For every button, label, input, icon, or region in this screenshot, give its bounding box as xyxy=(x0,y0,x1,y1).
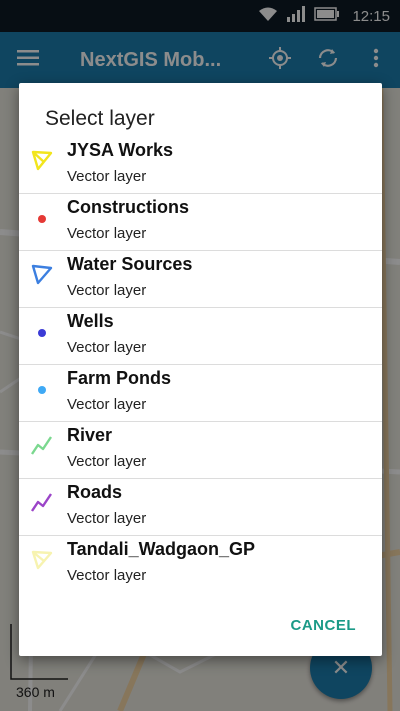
layer-name: Roads xyxy=(67,482,123,502)
line-icon xyxy=(29,432,55,458)
layer-name: Wells xyxy=(67,311,114,331)
layer-name: Water Sources xyxy=(67,254,193,274)
layer-item-farm-ponds[interactable]: Farm Ponds Vector layer xyxy=(19,365,382,422)
layer-type: Vector layer xyxy=(67,510,147,527)
layer-name: Tandali_Wadgaon_GP xyxy=(67,539,256,559)
layer-item-jysa-works[interactable]: JYSA Works Vector layer xyxy=(19,137,382,194)
layer-item-constructions[interactable]: Constructions Vector layer xyxy=(19,194,382,251)
layer-type: Vector layer xyxy=(67,282,147,299)
layer-item-river[interactable]: River Vector layer xyxy=(19,422,382,479)
point-icon xyxy=(29,318,55,344)
layer-list: JYSA Works Vector layer Constructions Ve… xyxy=(19,137,382,593)
layer-name: JYSA Works xyxy=(67,140,174,160)
dialog-title: Select layer xyxy=(45,107,155,130)
layer-type: Vector layer xyxy=(67,567,147,584)
layer-name: River xyxy=(67,425,113,445)
select-layer-dialog: Select layer JYSA Works Vector layer Con… xyxy=(19,83,382,656)
cancel-button[interactable]: CANCEL xyxy=(291,617,357,634)
layer-type: Vector layer xyxy=(67,339,147,356)
polygon-icon xyxy=(29,261,55,287)
polygon-icon xyxy=(29,147,55,173)
layer-item-wells[interactable]: Wells Vector layer xyxy=(19,308,382,365)
layer-item-roads[interactable]: Roads Vector layer xyxy=(19,479,382,536)
layer-item-water-sources[interactable]: Water Sources Vector layer xyxy=(19,251,382,308)
layer-type: Vector layer xyxy=(67,396,147,413)
polygon-icon xyxy=(29,546,55,572)
layer-item-tandali-wadgaon-gp[interactable]: Tandali_Wadgaon_GP Vector layer xyxy=(19,536,382,593)
point-icon xyxy=(29,204,55,230)
point-icon xyxy=(29,375,55,401)
layer-type: Vector layer xyxy=(67,453,147,470)
layer-type: Vector layer xyxy=(67,225,147,242)
layer-type: Vector layer xyxy=(67,168,147,185)
line-icon xyxy=(29,489,55,515)
layer-name: Farm Ponds xyxy=(67,368,172,388)
layer-name: Constructions xyxy=(67,197,190,217)
